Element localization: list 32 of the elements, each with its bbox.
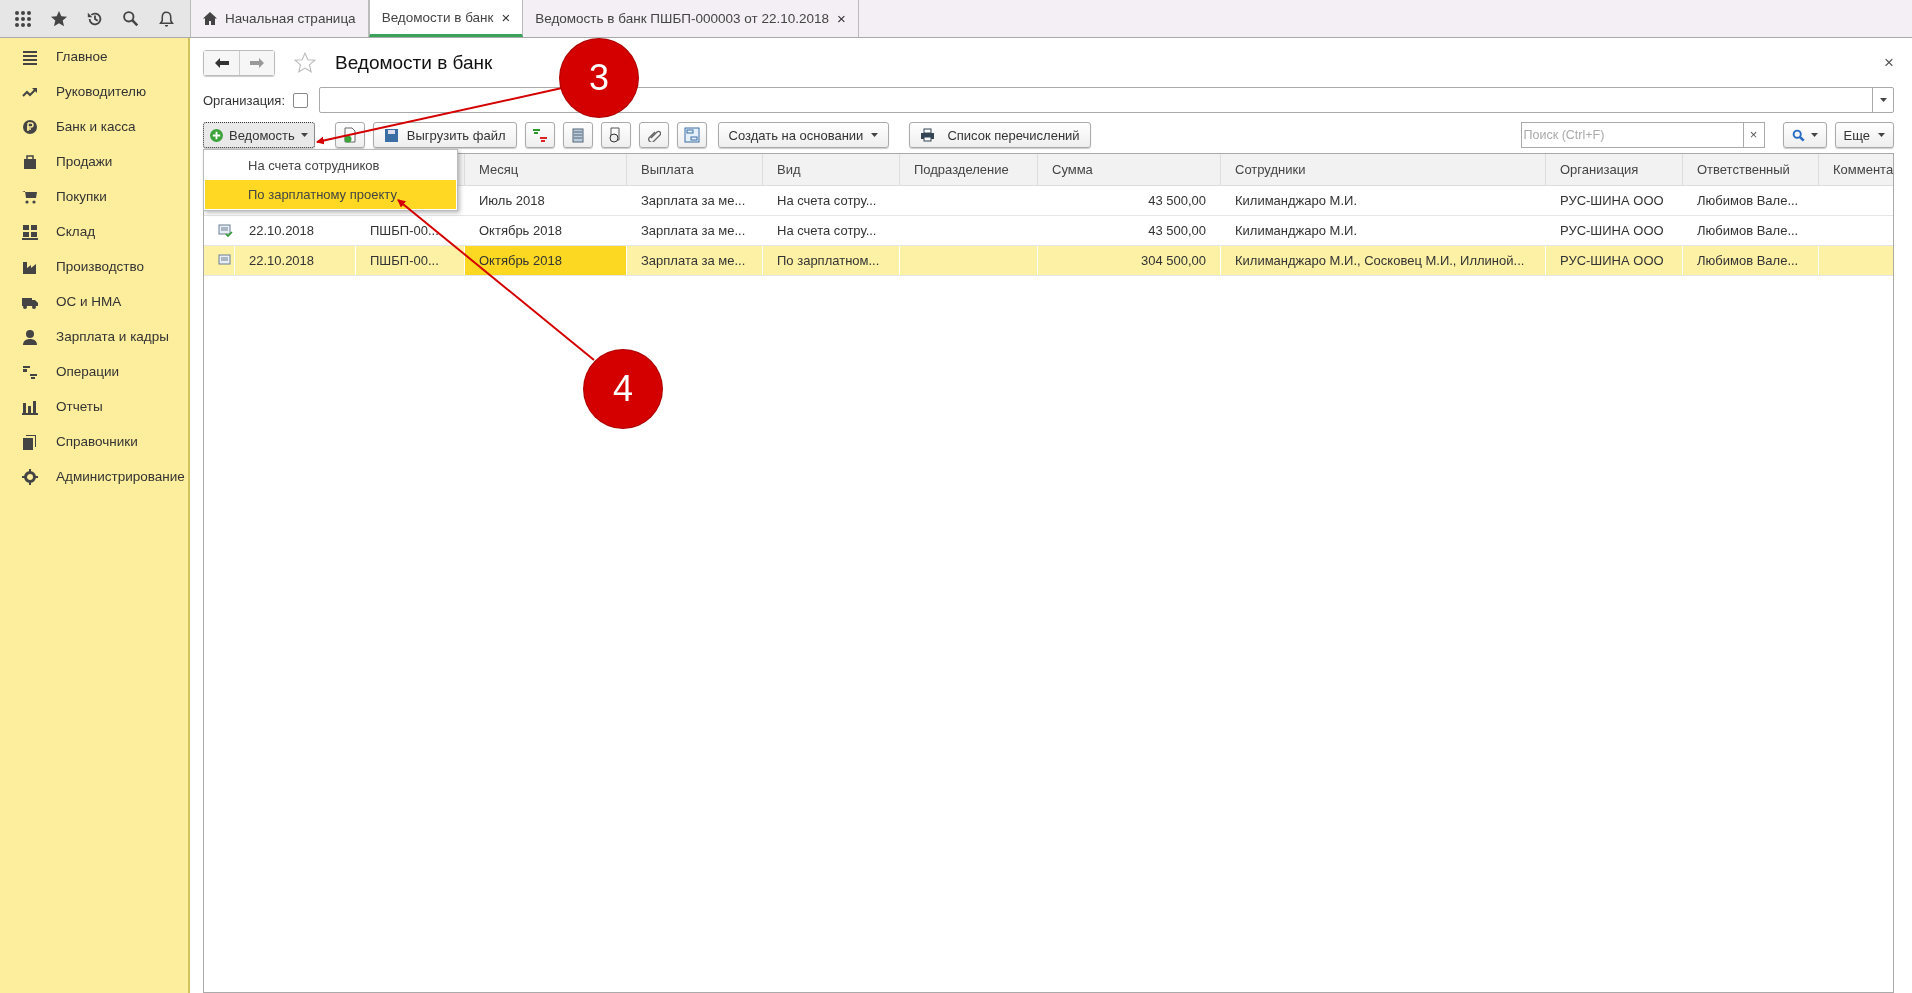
table-cell: Зарплата за ме... — [641, 253, 746, 268]
page-title: Ведомости в банк — [335, 52, 493, 74]
table-cell: Килиманджаро М.И. — [1235, 193, 1357, 208]
table-cell: ПШБП-00... — [370, 223, 439, 238]
table-cell: 43 500,00 — [1148, 193, 1206, 208]
table-cell: Любимов Вале... — [1697, 223, 1799, 238]
table-cell: Зарплата за ме... — [641, 223, 746, 238]
table-cell: Октябрь 2018 — [479, 223, 562, 238]
tab-label: Ведомости в банк — [381, 9, 494, 25]
table-cell: По зарплатном... — [777, 253, 880, 268]
table-cell: РУС-ШИНА ООО — [1560, 193, 1664, 208]
step-number-badge: 4 — [584, 350, 662, 428]
table-cell: Килиманджаро М.И., Сосковец М.И., Иллиной... — [1235, 253, 1525, 268]
table-cell: Октябрь 2018 — [479, 253, 562, 268]
table-cell: 43 500,00 — [1148, 223, 1206, 238]
table-cell: На счета сотру... — [777, 193, 877, 208]
table-cell: Любимов Вале... — [1697, 253, 1799, 268]
table-cell: Зарплата за ме... — [641, 193, 746, 208]
table-cell: Июль 2018 — [479, 193, 545, 208]
table-cell: 22.10.2018 — [249, 223, 315, 238]
tab-label: Начальная страница — [225, 11, 356, 26]
table-cell: Килиманджаро М.И. — [1235, 223, 1357, 238]
table-cell: 22.10.2018 — [249, 253, 315, 268]
table-cell: РУС-ШИНА ООО — [1560, 223, 1664, 238]
table-cell: ПШБП-00... — [370, 253, 439, 268]
tab-label: Ведомость в банк ПШБП-000003 от 22.10.2018 — [535, 11, 829, 26]
table-cell: 304 500,00 — [1140, 253, 1206, 268]
table-cell: РУС-ШИНА ООО — [1560, 253, 1664, 268]
step-number-badge: 3 — [560, 39, 638, 117]
field-label: Организация: — [203, 92, 286, 108]
table-cell: На счета сотру... — [777, 223, 877, 238]
table-cell: Любимов Вале... — [1697, 193, 1799, 208]
